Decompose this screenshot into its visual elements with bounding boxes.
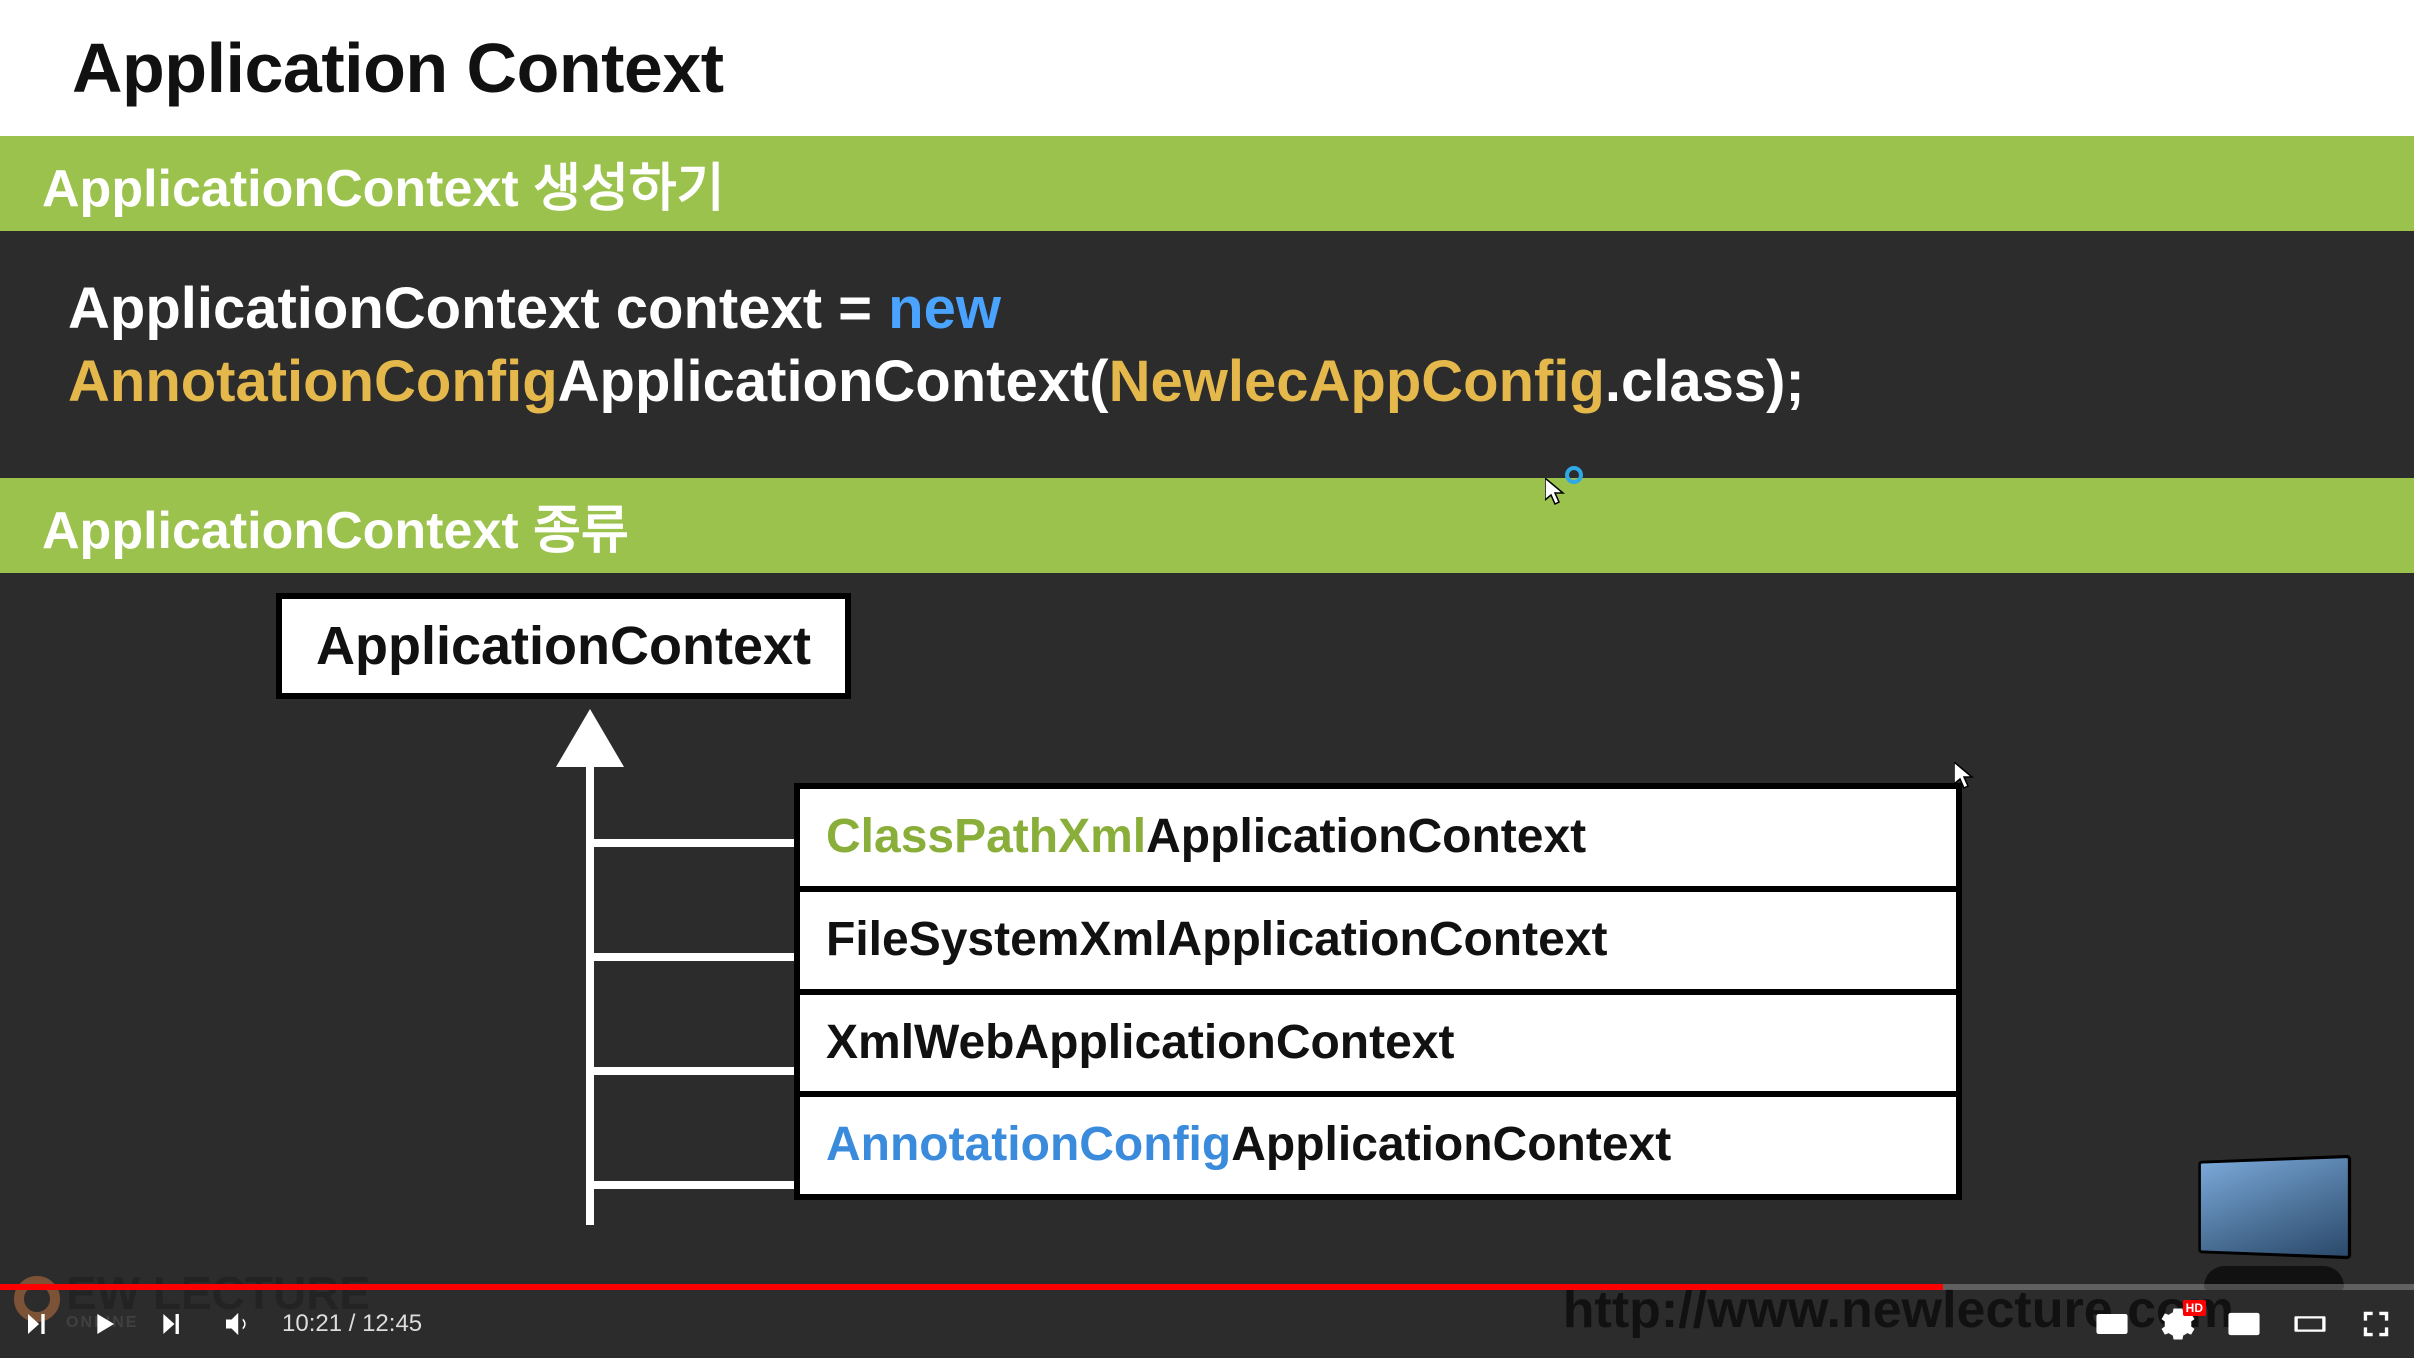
- theater-button[interactable]: [2290, 1304, 2330, 1344]
- page-title: Application Context: [72, 28, 2342, 108]
- code-text: ApplicationContext context =: [68, 276, 888, 341]
- child-prefix: ClassPathXml: [826, 810, 1146, 863]
- section2-header: ApplicationContext 종류: [0, 478, 2414, 573]
- busy-ring-icon: [1565, 466, 1583, 484]
- section1-header: ApplicationContext 생성하기: [0, 136, 2414, 231]
- code-text: ApplicationContext(: [558, 349, 1109, 414]
- next-button[interactable]: [150, 1304, 190, 1344]
- code-line-2: AnnotationConfigApplicationContext(Newle…: [68, 346, 2346, 419]
- subtitles-button[interactable]: [2092, 1304, 2132, 1344]
- volume-button[interactable]: [216, 1304, 256, 1344]
- time-display: 10:21 / 12:45: [282, 1310, 422, 1338]
- child-prefix: AnnotationConfig: [826, 1118, 1231, 1171]
- diagram-connector-vertical: [586, 765, 594, 1225]
- code-block: ApplicationContext context = new Annotat…: [0, 231, 2414, 478]
- code-line-1: ApplicationContext context = new: [68, 273, 2346, 346]
- video-frame: Application Context ApplicationContext 생…: [0, 0, 2414, 1358]
- code-classname-arg: NewlecAppConfig: [1109, 349, 1605, 414]
- child-suffix: ApplicationContext: [1231, 1118, 1671, 1171]
- diagram-child-3: XmlWebApplicationContext: [794, 989, 1962, 1092]
- diagram-connector-h1: [590, 839, 794, 847]
- diagram-child-2: FileSystemXmlApplicationContext: [794, 886, 1962, 989]
- child-suffix: ApplicationContext: [1146, 810, 1586, 863]
- child-suffix: XmlWebApplicationContext: [826, 1016, 1454, 1069]
- current-time: 10:21: [282, 1310, 342, 1337]
- diagram-children: ClassPathXmlApplicationContext FileSyste…: [794, 783, 1962, 1200]
- prev-button[interactable]: [18, 1304, 58, 1344]
- child-suffix: FileSystemXmlApplicationContext: [826, 913, 1607, 966]
- diagram-child-1: ClassPathXmlApplicationContext: [794, 783, 1962, 886]
- play-button[interactable]: [84, 1304, 124, 1344]
- diagram-parent-box: ApplicationContext: [276, 593, 851, 699]
- diagram-connector-h4: [590, 1181, 794, 1189]
- diagram-child-4: AnnotationConfigApplicationContext: [794, 1091, 1962, 1194]
- code-text: .class);: [1605, 349, 1805, 414]
- diagram-area: ApplicationContext ClassPathXmlApplicati…: [0, 573, 2414, 1273]
- diagram-connector-h3: [590, 1067, 794, 1075]
- inheritance-arrow-icon: [556, 709, 624, 767]
- settings-button[interactable]: HD: [2158, 1304, 2198, 1344]
- code-classname-part: AnnotationConfig: [68, 349, 558, 414]
- miniplayer-button[interactable]: [2224, 1304, 2264, 1344]
- hd-badge: HD: [2183, 1300, 2206, 1316]
- code-keyword-new: new: [888, 276, 1001, 341]
- title-bar: Application Context: [0, 0, 2414, 136]
- duration: 12:45: [362, 1310, 422, 1337]
- diagram-connector-h2: [590, 953, 794, 961]
- fullscreen-button[interactable]: [2356, 1304, 2396, 1344]
- player-bar: 10:21 / 12:45 HD: [0, 1290, 2414, 1358]
